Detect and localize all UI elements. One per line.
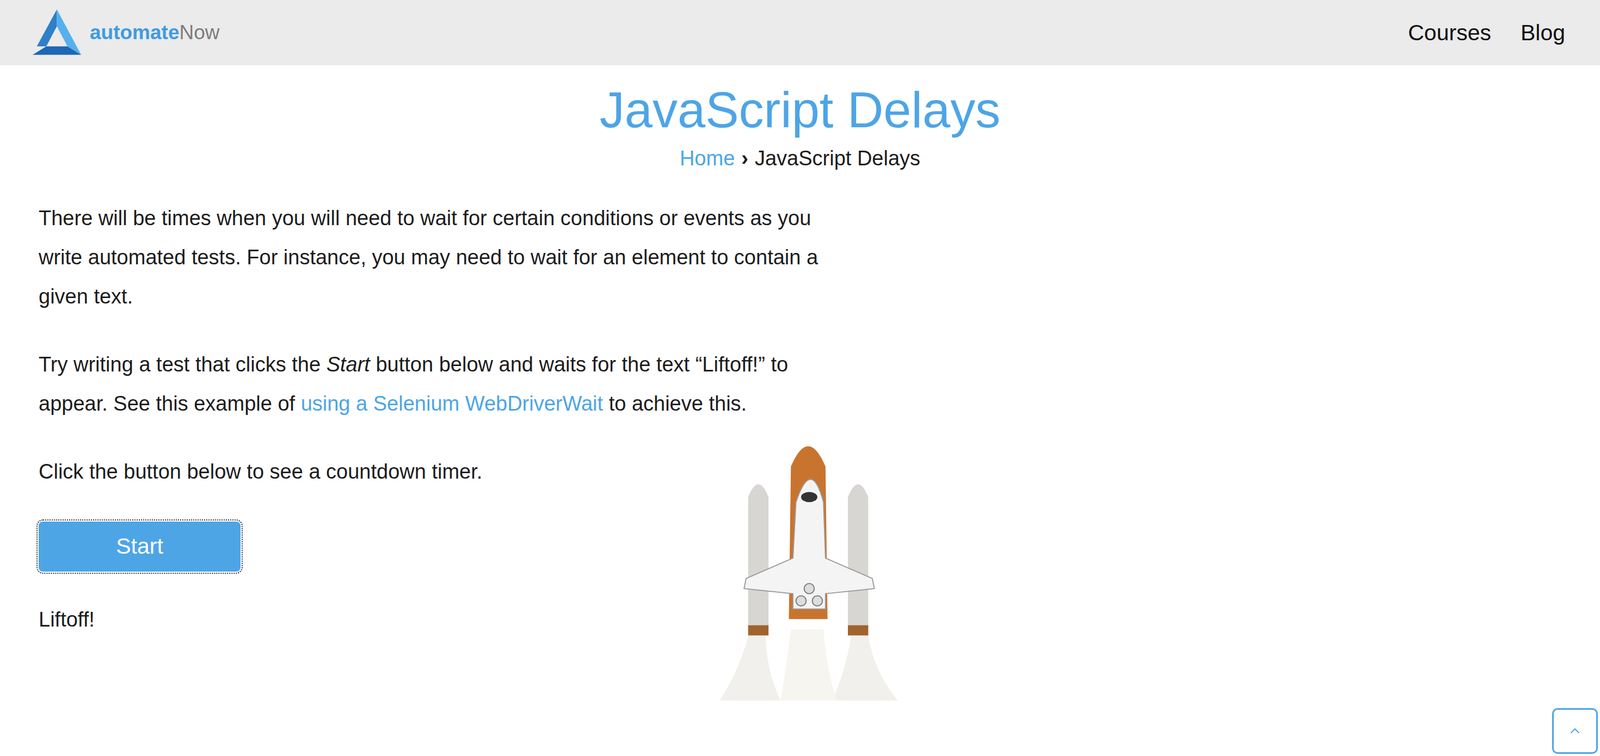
start-button[interactable]: Start xyxy=(38,521,241,572)
page-title: JavaScript Delays xyxy=(38,81,1562,140)
space-shuttle-image xyxy=(719,426,898,701)
status-text: Liftoff! xyxy=(38,600,720,640)
logo-text: automateNow xyxy=(89,21,220,45)
main-nav: Courses Blog xyxy=(1407,20,1566,46)
nav-link[interactable]: Courses xyxy=(1407,20,1492,46)
page: automateNowCoursesBlogJavaScript DelaysH… xyxy=(0,0,1600,756)
paragraph: Click the button below to see a countdow… xyxy=(38,452,720,492)
breadcrumb: Home›JavaScript Delays xyxy=(38,146,1562,171)
logo[interactable]: automateNow xyxy=(30,8,220,58)
emphasis: Start xyxy=(326,353,371,377)
content: JavaScript DelaysHome›JavaScript DelaysT… xyxy=(0,81,1600,701)
triangle-logo-icon xyxy=(30,8,84,58)
scroll-to-top-button[interactable] xyxy=(1552,708,1598,755)
breadcrumb-current: JavaScript Delays xyxy=(754,146,921,171)
paragraph: There will be times when you will need t… xyxy=(38,198,825,317)
breadcrumb-separator: › xyxy=(741,146,749,171)
paragraph: Try writing a test that clicks the Start… xyxy=(38,345,825,424)
breadcrumb-home[interactable]: Home xyxy=(679,146,735,171)
chevron-up-icon xyxy=(1566,723,1584,740)
top-bar: automateNow Courses Blog xyxy=(0,0,1600,66)
nav-link[interactable]: Blog xyxy=(1520,20,1566,46)
selenium-link[interactable]: using a Selenium WebDriverWait xyxy=(300,392,603,416)
